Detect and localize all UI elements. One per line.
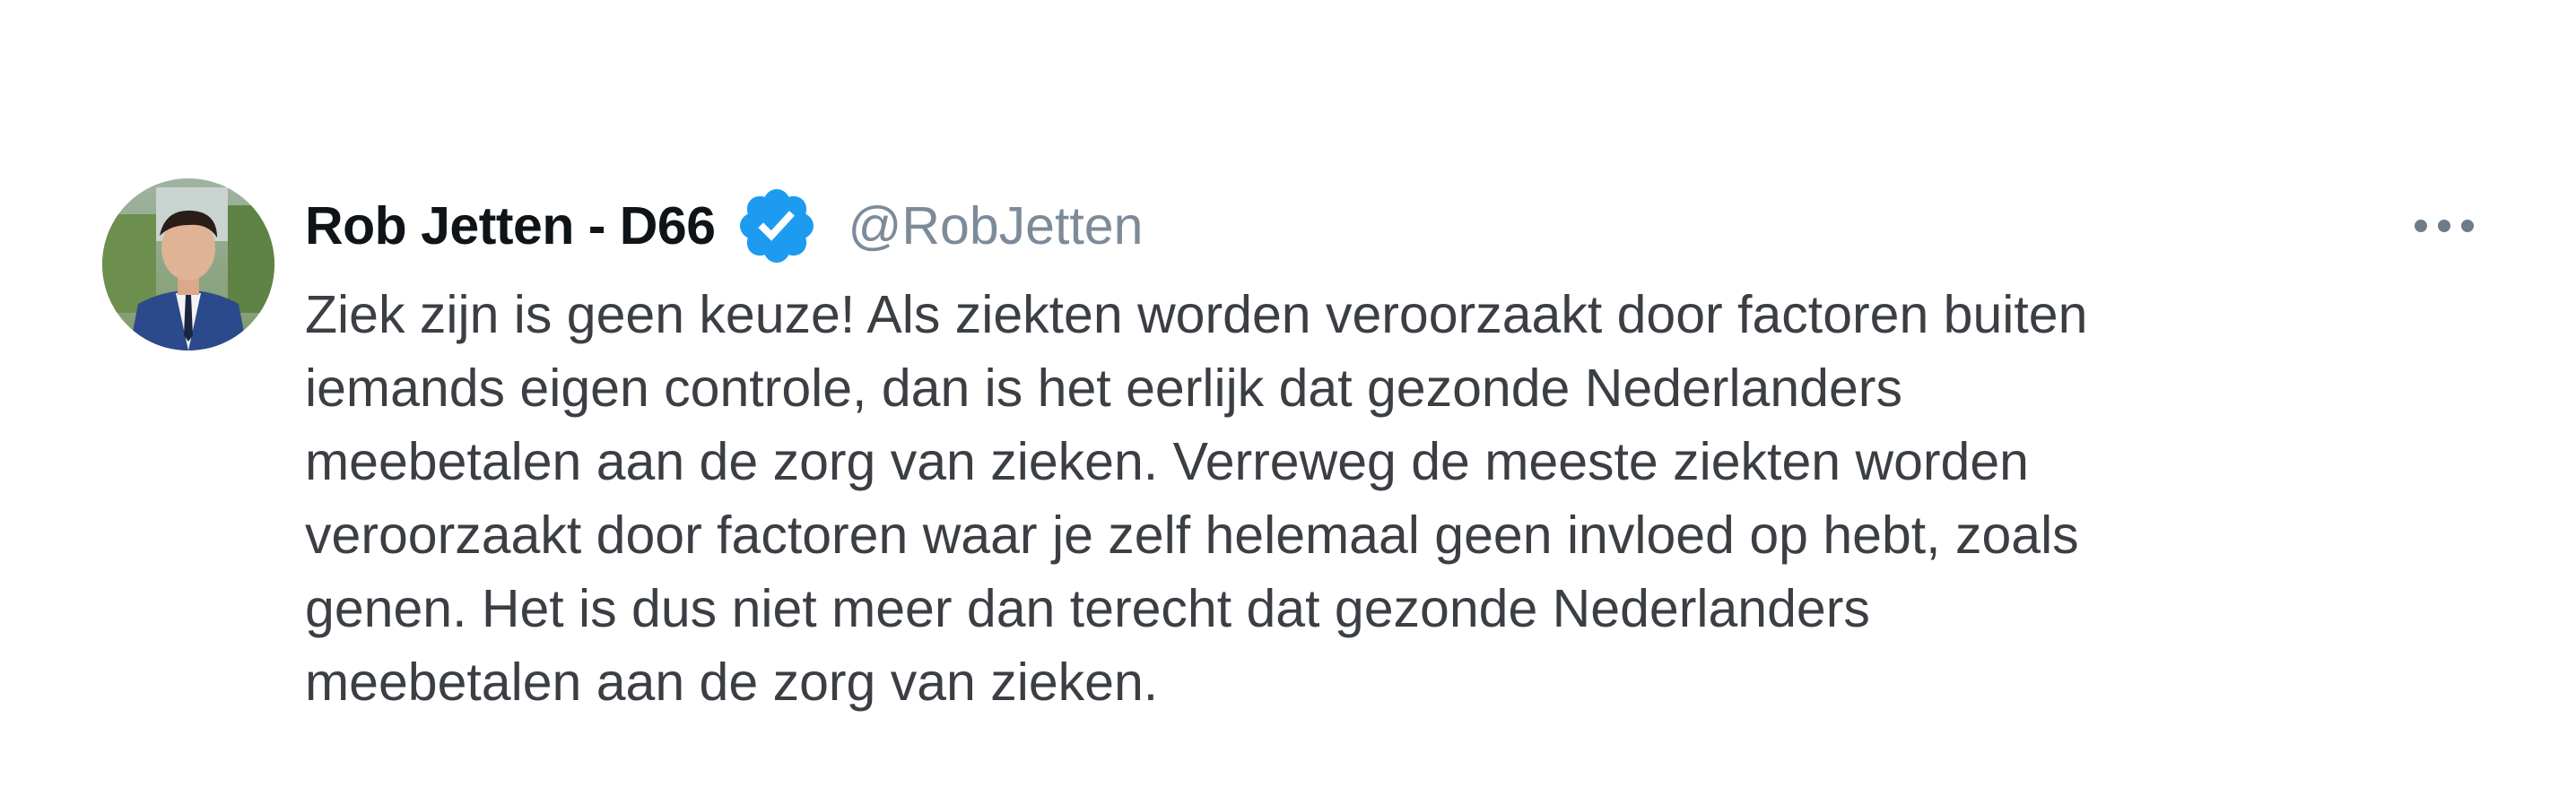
- author-display-name[interactable]: Rob Jetten - D66: [305, 195, 716, 256]
- tweet-text-line: genen. Het is dus niet meer dan terecht …: [305, 579, 1870, 638]
- more-options-icon: [2415, 220, 2474, 232]
- tweet-card: Rob Jetten - D66 @RobJetten Ziek zijn is…: [0, 0, 2576, 796]
- tweet-text-line: meebetalen aan de zorg van zieken.: [305, 653, 1159, 712]
- tweet-text: Ziek zijn is geen keuze! Als ziekten wor…: [305, 278, 2493, 719]
- author-handle[interactable]: @RobJetten: [849, 195, 1144, 256]
- tweet-text-line: meebetalen aan de zorg van zieken. Verre…: [305, 432, 2029, 491]
- tweet-header: Rob Jetten - D66 @RobJetten: [305, 179, 1143, 273]
- more-options-button[interactable]: [2404, 204, 2485, 247]
- profile-photo: [102, 178, 274, 350]
- avatar[interactable]: [102, 178, 274, 350]
- tweet-text-line: iemands eigen controle, dan is het eerli…: [305, 359, 1902, 418]
- tweet-text-line: veroorzaakt door factoren waar je zelf h…: [305, 506, 2079, 565]
- verified-badge-icon: [734, 183, 820, 269]
- tweet-text-line: Ziek zijn is geen keuze! Als ziekten wor…: [305, 285, 2088, 344]
